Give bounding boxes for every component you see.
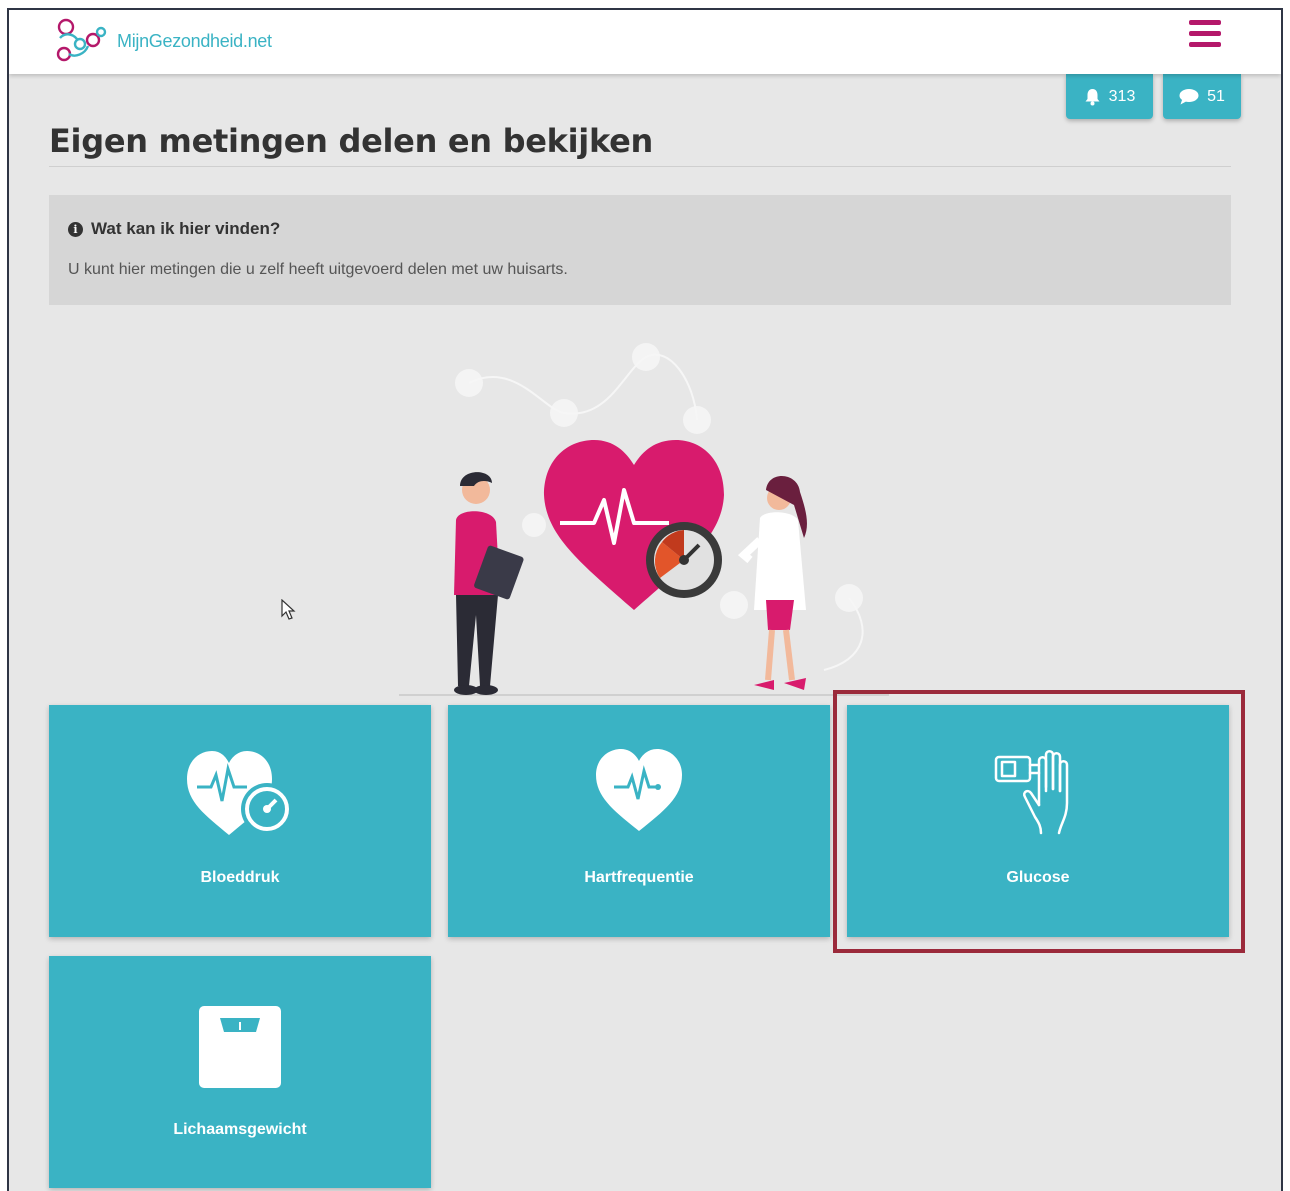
info-heading: i Wat kan ik hier vinden? — [68, 219, 280, 239]
notifications-button[interactable]: 313 — [1066, 74, 1153, 119]
tile-bloeddruk[interactable]: Bloeddruk — [49, 705, 431, 937]
tile-label: Bloeddruk — [200, 869, 280, 886]
logo-text: MijnGezondheid.net — [117, 30, 272, 51]
heart-pulse-gauge-icon — [187, 751, 293, 835]
notifications-count: 313 — [1108, 87, 1136, 105]
bell-icon — [1085, 88, 1100, 105]
mouse-cursor-icon — [281, 599, 296, 620]
info-icon: i — [68, 221, 83, 237]
top-navigation-bar: MijnGezondheid.net — [9, 10, 1281, 74]
messages-button[interactable]: 51 — [1163, 74, 1241, 119]
info-heading-text: Wat kan ik hier vinden? — [91, 219, 281, 238]
tile-label: Glucose — [1006, 869, 1070, 886]
messages-count: 51 — [1207, 87, 1225, 105]
hamburger-menu-icon[interactable] — [1189, 20, 1221, 48]
logo[interactable]: MijnGezondheid.net — [55, 18, 272, 64]
app-window: MijnGezondheid.net 313 51 Eigen metingen… — [7, 8, 1283, 1191]
tile-hartfrequentie[interactable]: Hartfrequentie — [448, 705, 830, 937]
heart-pulse-icon — [596, 749, 682, 831]
page-title: Eigen metingen delen en bekijken — [49, 122, 653, 160]
glucose-meter-hand-icon — [994, 750, 1069, 835]
title-divider — [49, 166, 1231, 167]
tile-lichaamsgewicht[interactable]: Lichaamsgewicht — [49, 956, 431, 1188]
info-box: i Wat kan ik hier vinden? U kunt hier me… — [49, 195, 1231, 305]
speech-bubble-icon — [1179, 89, 1199, 105]
info-text: U kunt hier metingen die u zelf heeft ui… — [68, 261, 568, 278]
tile-label: Lichaamsgewicht — [173, 1121, 307, 1138]
tile-glucose[interactable]: Glucose — [847, 705, 1229, 937]
logo-icon — [56, 18, 107, 62]
health-illustration — [399, 343, 889, 696]
tile-label: Hartfrequentie — [584, 869, 694, 886]
weighing-scale-icon — [199, 1006, 281, 1088]
